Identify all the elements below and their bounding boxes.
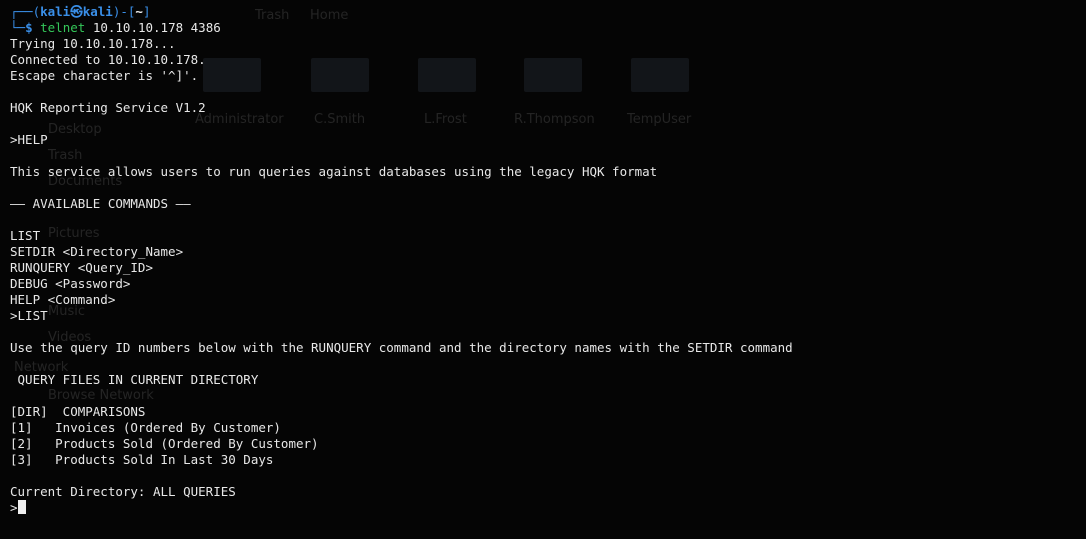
prompt-header: ┌──(kali㉿kali)-[~] (10, 4, 151, 19)
prompt-dir: ~ (135, 4, 143, 19)
output-line: >LIST (10, 308, 48, 323)
prompt-symbol: $ (25, 20, 33, 35)
output-line: RUNQUERY <Query_ID> (10, 260, 153, 275)
input-line[interactable]: > (10, 500, 1086, 516)
output-line: >HELP (10, 132, 48, 147)
command-line: └─$ telnet 10.10.10.178 4386 (10, 20, 221, 35)
output-line: [DIR] COMPARISONS (10, 404, 146, 419)
output-line: [1] Invoices (Ordered By Customer) (10, 420, 281, 435)
prompt-user: kali (40, 4, 71, 19)
output-line: Escape character is '^]'. (10, 68, 199, 83)
output-line: Connected to 10.10.10.178. (10, 52, 206, 67)
output-line: Trying 10.10.10.178... (10, 36, 176, 51)
output-line: [3] Products Sold In Last 30 Days (10, 452, 274, 467)
command-args: 10.10.10.178 4386 (92, 20, 221, 35)
output-line: SETDIR <Directory_Name> (10, 244, 184, 259)
output-line: [2] Products Sold (Ordered By Customer) (10, 436, 319, 451)
prompt-host: kali (82, 4, 113, 19)
prompt-at-symbol: ㉿ (70, 4, 83, 19)
output-line: This service allows users to run queries… (10, 164, 658, 179)
output-line: QUERY FILES IN CURRENT DIRECTORY (10, 372, 259, 387)
output-line: HQK Reporting Service V1.2 (10, 100, 206, 115)
terminal-output[interactable]: ┌──(kali㉿kali)-[~] └─$ telnet 10.10.10.1… (10, 4, 1086, 516)
output-line: Current Directory: ALL QUERIES (10, 484, 236, 499)
command-name: telnet (40, 20, 86, 35)
output-line: —— AVAILABLE COMMANDS —— (10, 196, 191, 211)
input-prompt: > (10, 500, 18, 515)
output-line: Use the query ID numbers below with the … (10, 340, 793, 355)
output-line: HELP <Command> (10, 292, 116, 307)
session-output: Trying 10.10.10.178... Connected to 10.10… (10, 36, 1086, 500)
text-cursor (17, 500, 26, 514)
output-line: LIST (10, 228, 41, 243)
output-line: DEBUG <Password> (10, 276, 131, 291)
